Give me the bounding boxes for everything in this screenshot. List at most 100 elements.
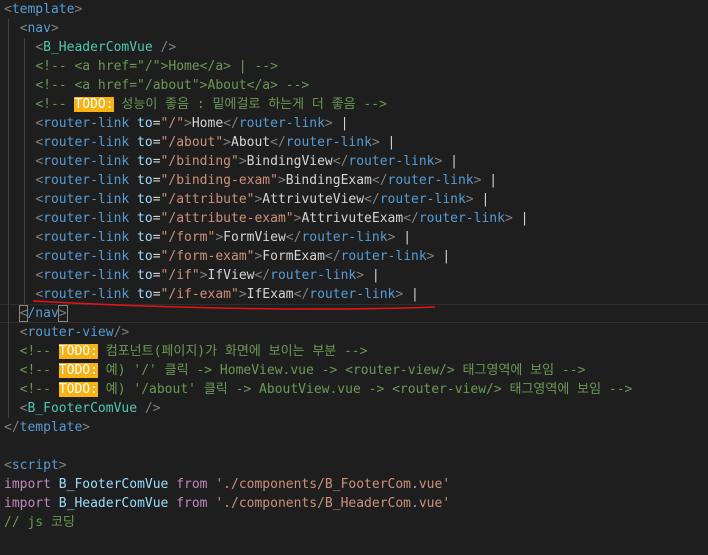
code-line[interactable]: <!-- TODO: 성능이 좋음 : 밑에걸로 하는게 더 좋음 --> <box>4 95 387 114</box>
code-token: = <box>152 154 161 169</box>
code-line[interactable]: <router-link to="/form">FormView</router… <box>4 228 411 247</box>
code-token: > <box>465 192 474 207</box>
code-line[interactable]: <router-link to="/if">IfView</router-lin… <box>4 266 379 285</box>
code-token: script <box>11 458 59 473</box>
code-token: to <box>129 268 153 283</box>
code-line[interactable]: <!-- <a href="/about">About</a> --> <box>4 76 309 95</box>
code-token: = <box>152 211 161 226</box>
code-token: = <box>152 135 161 150</box>
code-token: </ <box>285 230 302 245</box>
code-line[interactable]: <router-link to="/form-exam">FormExam</r… <box>4 247 450 266</box>
code-token: </ <box>223 116 239 131</box>
code-token: | <box>512 211 529 226</box>
code-token: router-link <box>43 173 130 188</box>
code-line[interactable]: import B_FooterComVue from './components… <box>4 475 450 494</box>
code-token: AttrivuteView <box>262 192 365 207</box>
code-editor[interactable]: <template> <nav> <B_HeaderComVue /> <!--… <box>0 0 708 555</box>
code-line[interactable]: <router-link to="/if-exam">IfExam</route… <box>4 285 419 304</box>
code-token: 예) '/about' 클릭 -> AboutView.vue -> <rout… <box>97 382 633 397</box>
code-token: "/about" <box>160 135 224 150</box>
code-line[interactable]: // js 코딩 <box>4 513 75 532</box>
code-token: to <box>129 249 153 264</box>
code-line[interactable]: <B_HeaderComVue /> <box>4 38 176 57</box>
code-token: to <box>129 287 153 302</box>
code-token: nav <box>27 21 51 36</box>
code-token: /> <box>152 40 177 55</box>
code-line[interactable]: <!-- TODO: 예) '/about' 클릭 -> AboutView.v… <box>4 380 632 399</box>
code-line[interactable]: <template> <box>4 0 82 19</box>
code-line[interactable]: <router-link to="/attribute-exam">Attriv… <box>4 209 528 228</box>
code-line[interactable]: <router-link to="/about">About</router-l… <box>4 133 395 152</box>
code-token: router-link <box>43 211 130 226</box>
code-token: IfExam <box>246 287 294 302</box>
code-line[interactable]: <router-link to="/binding-exam">BindingE… <box>4 171 497 190</box>
code-line[interactable]: <router-view/> <box>4 323 130 342</box>
code-line[interactable]: <B_FooterComVue /> <box>4 399 161 418</box>
code-token: to <box>129 173 153 188</box>
code-line[interactable]: <!-- <a href="/">Home</a> | --> <box>4 57 278 76</box>
code-line[interactable]: <router-link to="/attribute">AttrivuteVi… <box>4 190 489 209</box>
code-token: | <box>379 135 396 150</box>
code-token: router-link <box>348 154 435 169</box>
code-token: FormView <box>223 230 286 245</box>
code-token: = <box>152 230 161 245</box>
code-line[interactable]: </nav> <box>4 304 68 323</box>
code-token: > <box>371 135 380 150</box>
code-token: </ <box>332 154 349 169</box>
code-token: FormExam <box>262 249 325 264</box>
code-token: </ <box>4 420 20 435</box>
code-token: /> <box>137 401 161 416</box>
code-token: router-link <box>43 135 130 150</box>
code-token: < <box>35 173 44 188</box>
code-token: router-link <box>379 192 466 207</box>
code-line[interactable]: <router-link to="/binding">BindingView</… <box>4 152 458 171</box>
code-token: > <box>356 268 365 283</box>
code-token: </ <box>403 211 419 226</box>
code-line[interactable]: <!-- TODO: 예) '/' 클릭 -> HomeView.vue -> … <box>4 361 585 380</box>
code-token: About <box>231 135 271 150</box>
code-token: router-link <box>301 230 388 245</box>
code-token: = <box>152 173 161 188</box>
code-token: < <box>35 135 44 150</box>
code-token: </ <box>364 192 380 207</box>
code-line[interactable]: </template> <box>4 418 90 437</box>
code-token: B_FooterComVue <box>27 401 138 416</box>
code-line[interactable]: <router-link to="/">Home</router-link> | <box>4 114 348 133</box>
code-token: template <box>11 2 75 17</box>
code-token: IfView <box>207 268 255 283</box>
code-token: > <box>82 420 91 435</box>
code-token: router-link <box>270 268 357 283</box>
code-token: "/form-exam" <box>160 249 255 264</box>
code-token: to <box>129 135 153 150</box>
code-token: | <box>332 116 349 131</box>
code-token: = <box>152 268 161 283</box>
todo-badge: TODO: <box>58 382 98 397</box>
code-line[interactable]: <nav> <box>4 19 59 38</box>
code-token: './components/B_FooterCom.vue' <box>215 477 451 492</box>
code-token: <!-- <box>19 382 59 397</box>
code-line[interactable]: <script> <box>4 456 67 475</box>
code-token: to <box>129 192 153 207</box>
code-token: < <box>4 458 12 473</box>
code-token: | <box>481 173 498 188</box>
code-line[interactable]: import B_HeaderComVue from './components… <box>4 494 450 513</box>
code-token: AttrivuteExam <box>301 211 404 226</box>
code-token: "/" <box>160 116 185 131</box>
code-token: B_HeaderComVue <box>43 40 153 55</box>
code-token: <!-- <a href="/about">About</a> --> <box>35 78 310 93</box>
code-token: > <box>215 230 224 245</box>
code-line[interactable]: <!-- TODO: 컴포넌트(페이지)가 화면에 보이는 부분 --> <box>4 342 368 361</box>
code-token: < <box>35 249 44 264</box>
code-token: > <box>184 116 192 131</box>
code-token: "/if" <box>160 268 200 283</box>
